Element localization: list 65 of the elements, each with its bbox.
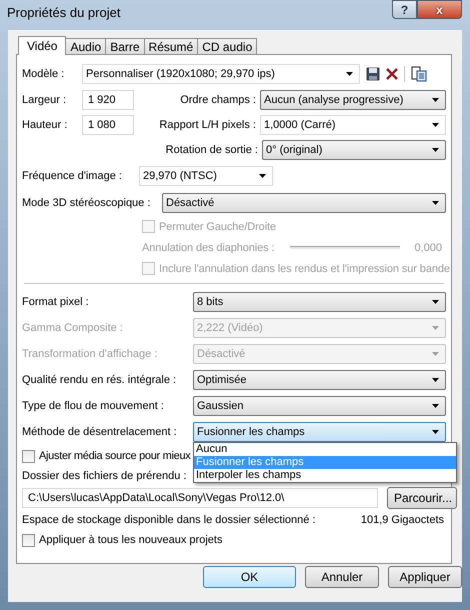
dropdown[interactable]: Optimisée (193, 370, 446, 390)
field-label: Ajuster média source pour mieux (39, 450, 190, 462)
dialog-button[interactable]: Annuler (305, 566, 379, 588)
caret-icon[interactable] (432, 98, 439, 102)
dropdown[interactable]: 8 bits (193, 292, 446, 312)
field-label: Modèle : (22, 68, 66, 80)
field-label: Qualité rendu en rés. intégrale : (22, 374, 178, 386)
field-label: Méthode de désentrelacement : (22, 426, 178, 438)
dropdown[interactable]: Personnaliser (1920x1080; 29,970 ips) (82, 64, 360, 84)
delete-icon[interactable] (386, 68, 398, 80)
dropdown[interactable]: 0° (original) (262, 140, 446, 160)
checkbox[interactable] (22, 450, 35, 462)
field-label: Gamma Composite : (22, 322, 124, 334)
tab[interactable]: CD audio (197, 38, 258, 54)
caret-icon[interactable] (432, 148, 439, 152)
browse-button[interactable]: Parcourir... (387, 487, 457, 509)
input-field[interactable]: 1 920 (82, 90, 134, 110)
input-field[interactable]: C:\Users\lucas\AppData\Local\Sony\Vegas Pro\12.0\ (22, 488, 378, 508)
field-label: Type de flou de mouvement : (22, 400, 165, 412)
dropdown-option[interactable]: Interpoler les champs (194, 469, 456, 482)
tab[interactable]: Vidéo (18, 36, 66, 55)
help-button[interactable]: ? (392, 0, 417, 19)
dropdown-option[interactable]: Aucun (194, 443, 456, 456)
dropdown[interactable]: Aucun (analyse progressive) (260, 90, 446, 110)
field-label: Rapport L/H pixels : (158, 118, 257, 130)
dialog-button[interactable]: Appliquer (388, 566, 462, 588)
dropdown[interactable]: Désactivé (162, 193, 446, 213)
dropdown[interactable]: Fusionner les champs (193, 422, 446, 442)
dropdown[interactable]: 29,970 (NTSC) (139, 166, 273, 186)
dropdown[interactable]: Gaussien (193, 396, 446, 416)
field-label: Inclure l'annulation dans les rendus et l'impression sur bande (159, 262, 450, 274)
field-label: Ordre champs : (179, 94, 257, 106)
field-label: Format pixel : (22, 296, 90, 308)
field-label: Transformation d'affichage : (22, 348, 158, 360)
caret-icon[interactable] (432, 201, 439, 205)
field-label: Annulation des diaphonies : (142, 242, 276, 254)
field-label: Espace de stockage disponible dans le dossier sélectionné : (22, 514, 316, 526)
field-label: Hauteur : (22, 118, 68, 130)
dropdown[interactable]: 1,0000 (Carré) (260, 114, 446, 134)
caret-icon[interactable] (432, 404, 439, 408)
caret-icon[interactable] (432, 122, 439, 126)
caret-icon[interactable] (346, 72, 353, 76)
field-label: Fréquence d'image : (22, 170, 123, 182)
dialog-button[interactable]: OK (203, 566, 296, 588)
field-label: Permuter Gauche/Droite (159, 220, 276, 232)
field-label: Rotation de sortie : (164, 144, 259, 156)
caret-icon[interactable] (432, 378, 439, 382)
slider-track[interactable] (290, 246, 400, 249)
tab[interactable]: Audio (65, 38, 106, 54)
field-label: Largeur : (22, 94, 68, 106)
checkbox[interactable] (22, 534, 35, 546)
window-title: Propriétés du projet (6, 4, 122, 20)
tab[interactable]: Résumé (144, 38, 198, 54)
field-label: Mode 3D stéréoscopique : (22, 197, 152, 209)
field-label: Appliquer à tous les nouveaux projets (39, 534, 222, 546)
caret-icon[interactable] (259, 174, 266, 178)
slider-value: 0,000 (414, 242, 442, 254)
copy-icon[interactable] (411, 66, 427, 82)
tab[interactable]: Barre (105, 38, 145, 54)
caret-icon[interactable] (432, 430, 439, 434)
storage-value: 101,9 Gigaoctets (360, 514, 444, 526)
caret-icon[interactable] (432, 300, 439, 304)
save-icon[interactable] (366, 67, 380, 81)
input-field[interactable]: 1 080 (82, 114, 134, 134)
field-label: Dossier des fichiers de prérendu : (22, 470, 186, 482)
